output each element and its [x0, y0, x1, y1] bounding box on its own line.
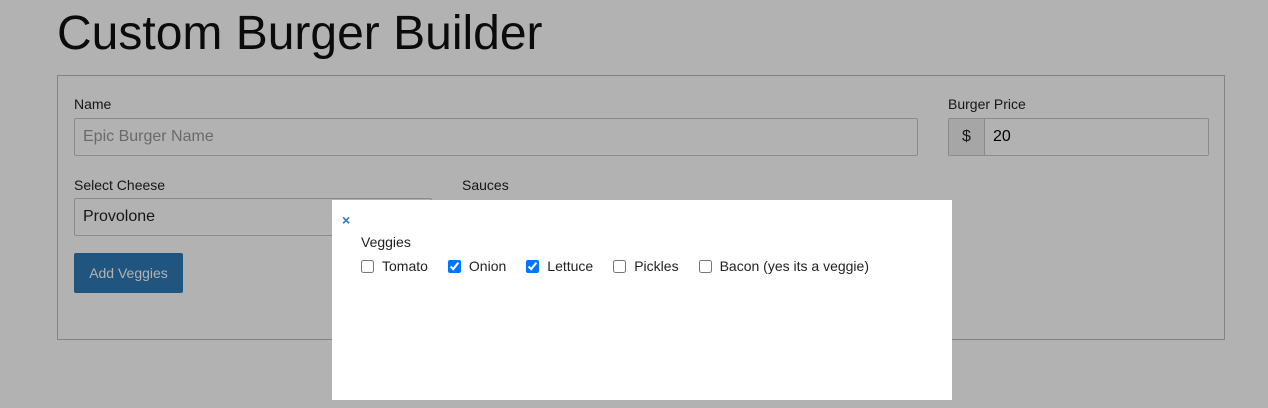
veggie-option-onion[interactable]: Onion — [447, 258, 507, 274]
veggie-option-bacon[interactable]: Bacon (yes its a veggie) — [698, 258, 869, 274]
veggie-label-tomato: Tomato — [382, 258, 428, 274]
veggie-label-pickles: Pickles — [634, 258, 679, 274]
veggie-checkbox-lettuce[interactable] — [526, 259, 540, 273]
veggie-checkbox-bacon[interactable] — [698, 259, 712, 273]
close-icon[interactable]: × — [342, 212, 350, 228]
veggie-option-pickles[interactable]: Pickles — [613, 258, 679, 274]
veggie-options: Tomato Onion Lettuce Pickles Bacon (yes … — [361, 258, 889, 274]
veggie-checkbox-pickles[interactable] — [613, 259, 627, 273]
veggie-option-tomato[interactable]: Tomato — [361, 258, 428, 274]
veggie-option-lettuce[interactable]: Lettuce — [526, 258, 593, 274]
veggie-label-bacon: Bacon (yes its a veggie) — [719, 258, 869, 274]
veggie-checkbox-onion[interactable] — [447, 259, 461, 273]
veggie-checkbox-tomato[interactable] — [361, 259, 374, 273]
veggie-label-onion: Onion — [468, 258, 507, 274]
veggie-label-lettuce: Lettuce — [547, 258, 594, 274]
modal-title: Veggies — [361, 234, 411, 250]
veggies-modal: × Veggies Tomato Onion Lettuce Pickles B… — [332, 200, 952, 400]
